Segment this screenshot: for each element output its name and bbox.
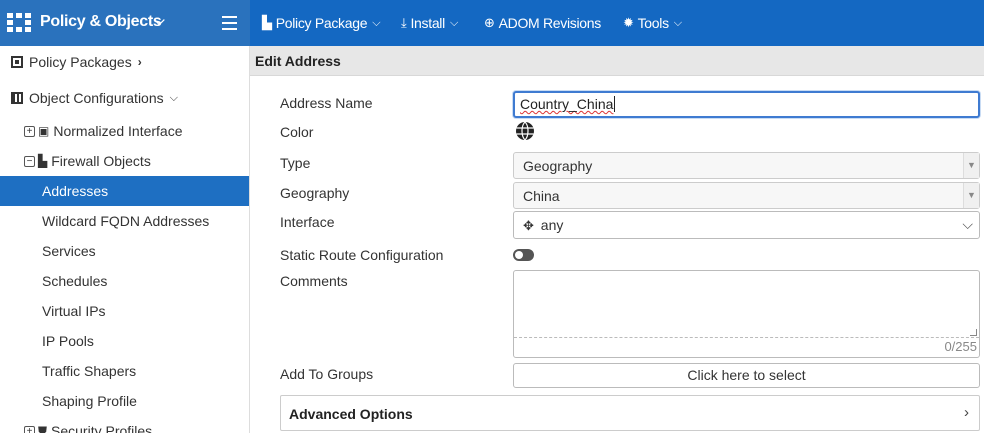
sidebar-object-configurations-label: Object Configurations (29, 90, 164, 106)
address-name-input[interactable]: Country_China (513, 91, 980, 118)
add-to-groups-label: Add To Groups (280, 366, 374, 382)
nav-policy-package[interactable]: ▙ Policy Package ⌵ (262, 13, 381, 33)
sidebar-item-label: Traffic Shapers (42, 363, 137, 379)
color-label: Color (280, 124, 314, 140)
chevron-down-icon: ⌵ (169, 91, 178, 104)
hamburger-menu-icon[interactable] (222, 16, 237, 30)
sidebar-item-services[interactable]: Services (0, 236, 249, 266)
module-title[interactable]: Policy & Objects (40, 13, 162, 31)
color-globe-icon[interactable] (515, 121, 535, 141)
chevron-down-icon[interactable]: ⌵ (154, 12, 165, 29)
object-config-icon (11, 92, 23, 104)
install-icon: ⤓ (401, 15, 407, 30)
textarea-divider (514, 337, 979, 338)
expand-icon[interactable]: + (24, 425, 35, 433)
dropdown-arrow-icon: ▼ (963, 153, 979, 178)
gear-icon: ✹ (623, 15, 634, 30)
geography-value: China (523, 188, 560, 204)
interface-icon: ▣ (38, 124, 50, 138)
type-value: Geography (523, 158, 593, 174)
nav-install-label: Install (410, 15, 445, 31)
nav-policy-package-label: Policy Package (275, 15, 368, 31)
any-interface-icon: ✥ (523, 218, 534, 233)
panel-header: Edit Address (250, 46, 984, 76)
nav-adom-revisions-label: ADOM Revisions (498, 15, 602, 31)
chevron-down-icon: ⌵ (962, 216, 973, 232)
page-title: Edit Address (255, 53, 341, 69)
type-label: Type (280, 155, 311, 171)
brand-area[interactable]: Policy & Objects ⌵ (0, 0, 250, 46)
sidebar-item-firewall-objects[interactable]: − ▙ Firewall Objects (0, 146, 249, 176)
static-route-toggle[interactable] (513, 249, 534, 261)
type-select[interactable]: Geography ▼ (513, 152, 980, 179)
main-panel: Edit Address Address Name Country_China … (250, 46, 984, 433)
firewall-icon: ▙ (38, 154, 48, 168)
sidebar-item-schedules[interactable]: Schedules (0, 266, 249, 296)
dropdown-arrow-icon: ▼ (963, 183, 979, 208)
sidebar-item-label: Virtual IPs (42, 303, 106, 319)
resize-handle-icon[interactable] (970, 329, 977, 336)
interface-select[interactable]: ✥ any ⌵ (513, 211, 980, 239)
nav-tools[interactable]: ✹ Tools ⌵ (623, 13, 682, 33)
sidebar-policy-packages[interactable]: Policy Packages › (0, 47, 249, 77)
top-bar: Policy & Objects ⌵ ▙ Policy Package ⌵ ⤓ … (0, 0, 984, 46)
sidebar-item-label: Security Profiles (51, 423, 153, 433)
geography-select[interactable]: China ▼ (513, 182, 980, 209)
sidebar: Policy Packages › Object Configurations … (0, 46, 250, 433)
geography-label: Geography (280, 185, 350, 201)
advanced-options-section[interactable]: Advanced Options › (280, 395, 980, 431)
globe-icon: ⊕ (484, 15, 495, 30)
interface-value: any (540, 217, 564, 233)
package-icon (11, 56, 23, 68)
chevron-right-icon: › (964, 404, 969, 421)
sidebar-item-addresses[interactable]: Addresses (0, 176, 249, 206)
sidebar-item-label: Addresses (42, 183, 109, 199)
sidebar-item-label: Shaping Profile (42, 393, 137, 409)
policy-package-icon: ▙ (262, 15, 272, 30)
chevron-down-icon: ⌵ (673, 16, 682, 29)
static-route-label: Static Route Configuration (280, 247, 444, 263)
chevron-down-icon: ⌵ (372, 16, 381, 29)
shield-icon: ⛊ (38, 423, 48, 433)
sidebar-item-label: Firewall Objects (51, 153, 151, 169)
nav-tools-label: Tools (637, 15, 669, 31)
address-name-value: Country_China (520, 96, 614, 112)
add-to-groups-selector[interactable]: Click here to select (513, 363, 980, 388)
nav-install[interactable]: ⤓ Install ⌵ (401, 13, 458, 33)
fortinet-logo-icon (7, 13, 31, 33)
sidebar-item-normalized-interface[interactable]: + ▣ Normalized Interface (0, 116, 249, 146)
chevron-right-icon: › (137, 55, 142, 69)
sidebar-item-label: Schedules (42, 273, 108, 289)
interface-label: Interface (280, 214, 335, 230)
character-counter: 0/255 (944, 339, 977, 354)
expand-icon[interactable]: + (24, 125, 35, 137)
sidebar-object-configurations[interactable]: Object Configurations ⌵ (0, 83, 249, 113)
sidebar-item-shaping-profile[interactable]: Shaping Profile (0, 386, 249, 416)
sidebar-item-wildcard-fqdn[interactable]: Wildcard FQDN Addresses (0, 206, 249, 236)
comments-label: Comments (280, 273, 348, 289)
comments-textarea[interactable]: 0/255 (513, 270, 980, 358)
address-name-label: Address Name (280, 95, 373, 111)
sidebar-item-traffic-shapers[interactable]: Traffic Shapers (0, 356, 249, 386)
nav-adom-revisions[interactable]: ⊕ ADOM Revisions (484, 13, 601, 33)
sidebar-item-label: Services (42, 243, 96, 259)
sidebar-item-label: Wildcard FQDN Addresses (42, 213, 210, 229)
sidebar-item-ip-pools[interactable]: IP Pools (0, 326, 249, 356)
sidebar-policy-packages-label: Policy Packages (29, 54, 132, 70)
sidebar-item-label: Normalized Interface (53, 123, 183, 139)
sidebar-item-virtual-ips[interactable]: Virtual IPs (0, 296, 249, 326)
sidebar-item-security-profiles[interactable]: + ⛊ Security Profiles (0, 416, 249, 433)
chevron-down-icon: ⌵ (449, 16, 458, 29)
advanced-options-label: Advanced Options (289, 406, 413, 422)
collapse-icon[interactable]: − (24, 155, 35, 167)
sidebar-item-label: IP Pools (42, 333, 94, 349)
